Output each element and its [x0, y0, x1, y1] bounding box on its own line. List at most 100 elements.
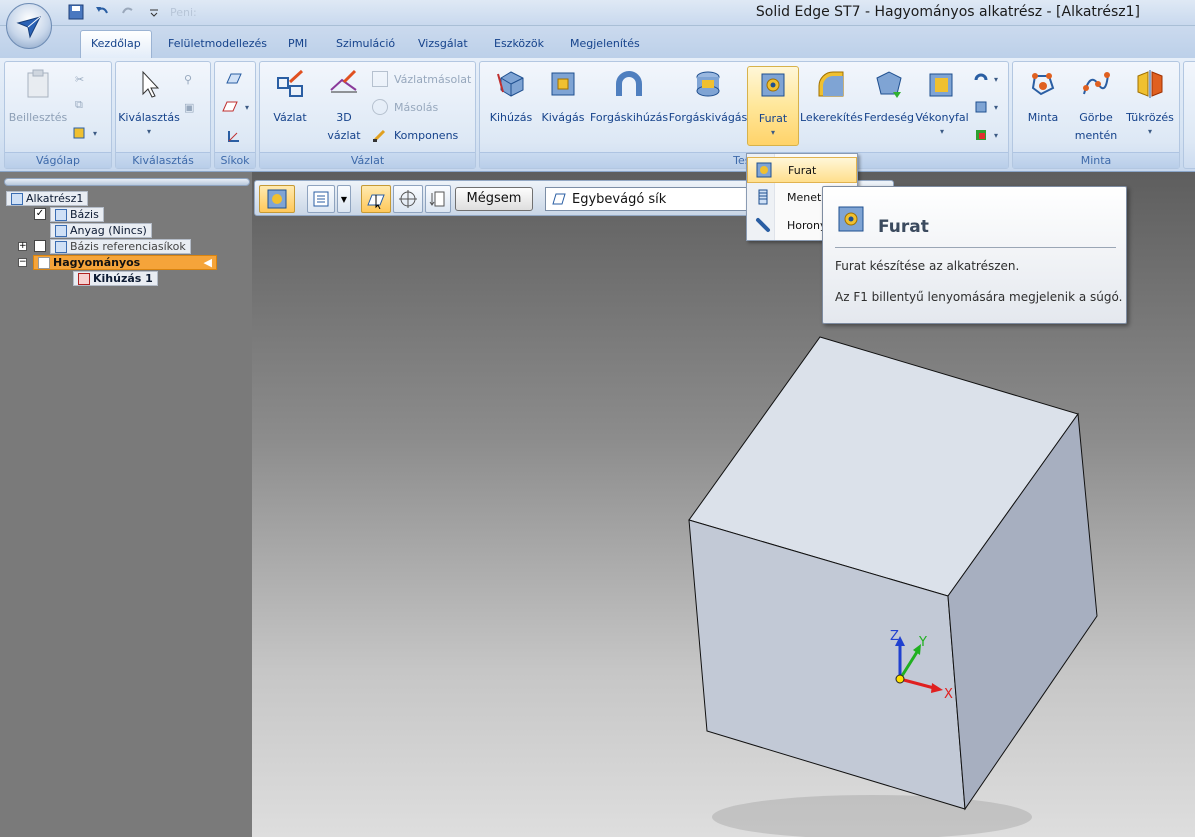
extrude-icon [497, 71, 524, 97]
tree-planes-checkbox[interactable] [34, 240, 46, 252]
hole-options-button[interactable] [259, 185, 295, 213]
properties-button[interactable] [307, 185, 335, 213]
revolved-cutout-button[interactable]: Forgáskivágás [668, 66, 748, 152]
tab-vizsgalat[interactable]: Vizsgálat [408, 34, 478, 58]
slot-icon [756, 218, 770, 232]
tooltip-help-text: Az F1 billentyű lenyomására megjelenik a… [835, 290, 1123, 304]
hole-location-button[interactable] [393, 185, 423, 213]
hole-icon [756, 162, 772, 178]
pattern-button[interactable]: Minta [1017, 66, 1069, 152]
tab-szimulacio[interactable]: Szimuláció [326, 34, 405, 58]
select-button[interactable]: Kiválasztás ▾ [118, 66, 180, 152]
tab-eszkozok[interactable]: Eszközök [484, 34, 554, 58]
hole-dropdown-arrow[interactable]: ▾ [748, 128, 798, 137]
revolve-icon [616, 71, 642, 96]
tree-expand-planes[interactable]: + [18, 242, 27, 251]
tree-item-traditional[interactable]: Hagyományos ◀ [33, 255, 217, 270]
application-button[interactable] [6, 3, 52, 49]
round-icon [818, 71, 844, 97]
cancel-button[interactable]: Mégsem [455, 187, 533, 211]
redo-icon[interactable] [118, 2, 138, 22]
group-label-test: Test [480, 152, 1008, 168]
tooltip-title: Furat [878, 217, 929, 237]
tree-collapse-traditional[interactable]: − [18, 258, 27, 267]
draft-icon [876, 71, 902, 98]
cursor-arrow-icon [142, 70, 160, 98]
pattern-icon [1031, 73, 1055, 96]
material-icon [55, 224, 67, 237]
tree-item-material[interactable]: Anyag (Nincs) [50, 223, 152, 238]
sketch-copy-icon [372, 71, 388, 87]
traditional-icon [38, 256, 50, 269]
group-sikok: ▾ Síkok [214, 61, 256, 169]
thin-wall-dropdown-arrow[interactable]: ▾ [914, 127, 970, 136]
coordinate-system-icon[interactable] [225, 128, 243, 146]
tree-item-extrude-1[interactable]: Kihúzás 1 [73, 271, 158, 286]
more-features-1-icon[interactable]: ▾ [974, 70, 998, 88]
sketch-copy-button[interactable]: Vázlatmásolat [372, 70, 471, 88]
solid-edge-logo-icon [16, 16, 41, 39]
tab-megjelenites[interactable]: Megjelenítés [560, 34, 650, 58]
title-bar: Peni: Solid Edge ST7 - Hagyományos alkat… [0, 0, 1195, 26]
menu-item-furat[interactable]: Furat [747, 157, 857, 183]
select-tools-icon[interactable]: ▣ [184, 98, 194, 116]
pattern-along-curve-button[interactable]: Görbe mentén [1069, 66, 1123, 152]
customize-icon[interactable] [144, 2, 164, 22]
tree-item-base-planes[interactable]: Bázis referenciasíkok [50, 239, 191, 254]
round-button[interactable]: Lekerekítés [800, 66, 863, 152]
undo-icon[interactable] [92, 2, 112, 22]
cut-icon[interactable]: ✂ [75, 70, 84, 88]
select-dropdown-arrow: ▾ [146, 127, 151, 136]
tree-splitter[interactable] [4, 178, 250, 186]
mirror-dropdown-arrow[interactable]: ▾ [1123, 127, 1177, 136]
copy-icon[interactable]: ⧉ [75, 96, 83, 114]
more-features-2-icon[interactable]: ▾ [974, 98, 998, 116]
plane-step-button[interactable] [361, 185, 391, 213]
tree-root[interactable]: Alkatrész1 [6, 191, 89, 206]
pathfinder-tree: Alkatrész1 ✓ Bázis Anyag (Nincs) + Bázis… [0, 172, 252, 837]
extrude-button[interactable]: Kihúzás [484, 66, 538, 152]
paste-button[interactable]: Beillesztés [7, 66, 69, 152]
cutout-button[interactable]: Kivágás [538, 66, 588, 152]
mirror-button[interactable]: Tükrözés ▾ [1123, 66, 1177, 152]
y-axis-label: Y [918, 635, 927, 650]
curve-pattern-icon [1083, 72, 1110, 95]
crosshair-icon [399, 190, 417, 208]
tab-pmi[interactable]: PMI [278, 34, 317, 58]
hole-button[interactable]: Furat ▾ [747, 66, 799, 146]
copy-button[interactable]: Másolás [372, 98, 438, 116]
coincident-plane-icon[interactable]: ▾ [221, 98, 249, 116]
triad-origin [895, 674, 905, 684]
extrude-feature-icon [78, 272, 90, 285]
cutout-icon [551, 72, 575, 96]
tab-kezdolap[interactable]: Kezdőlap [80, 30, 152, 58]
save-icon[interactable] [66, 2, 86, 22]
tab-feluletmodellezes[interactable]: Felületmodellezés [158, 34, 277, 58]
tree-base-checkbox[interactable]: ✓ [34, 208, 46, 220]
coordinate-system-icon [55, 208, 67, 221]
more-features-3-icon[interactable]: ▾ [974, 126, 998, 144]
format-painter-icon[interactable]: ▾ [71, 124, 97, 142]
component-button[interactable]: Komponens [372, 126, 458, 144]
rollback-marker-icon: ◀ [203, 255, 212, 269]
filter-icon[interactable]: ⚲ [184, 70, 192, 88]
ribbon-tab-bar: Kezdőlap Felületmodellezés PMI Szimuláci… [0, 26, 1195, 58]
draft-button[interactable]: Ferdeség [862, 66, 916, 152]
thread-icon [758, 189, 768, 205]
mirror-icon [1137, 70, 1163, 98]
revolve-button[interactable]: Forgáskihúzás [590, 66, 668, 152]
group-overflow [1183, 61, 1195, 169]
tree-item-bazis[interactable]: Bázis [50, 207, 104, 222]
floor-shadow [712, 795, 1032, 837]
properties-dropdown-button[interactable]: ▼ [337, 185, 351, 213]
hole-extent-button[interactable] [425, 185, 451, 213]
extent-icon [429, 191, 445, 207]
sketch-button[interactable]: Vázlat [264, 66, 316, 152]
thin-wall-button[interactable]: Vékonyfal ▾ [914, 66, 970, 152]
clipboard-icon [27, 69, 49, 98]
plane-icon[interactable] [225, 70, 243, 88]
group-vagolap: Beillesztés ✂ ⧉ ▾ Vágólap [4, 61, 112, 169]
hole-tooltip: Furat Furat készítése az alkatrészen. Az… [822, 186, 1127, 324]
group-minta: Minta Görbe mentén Tükrözés ▾ Minta [1012, 61, 1180, 169]
3d-sketch-button[interactable]: 3D vázlat [318, 66, 370, 152]
